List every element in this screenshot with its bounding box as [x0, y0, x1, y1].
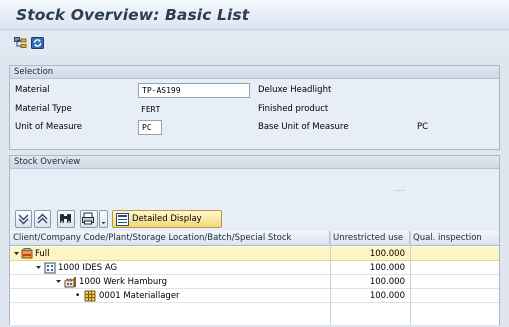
- chevron-down-icon: [101, 222, 106, 224]
- find-button[interactable]: [57, 210, 75, 228]
- base-uom-value: PC: [417, 122, 429, 132]
- detailed-display-button[interactable]: Detailed Display: [112, 210, 222, 228]
- title-bar: Stock Overview: Basic List: [0, 0, 509, 30]
- row-label: 1000 Werk Hamburg: [79, 277, 167, 287]
- grid-header: Client/Company Code/Plant/Storage Locati…: [10, 231, 499, 246]
- collapse-toggle-icon[interactable]: [35, 261, 42, 275]
- row-label: Full: [35, 249, 50, 259]
- print-button[interactable]: [80, 210, 98, 228]
- selection-panel: Selection Material TP-AS199 Deluxe Headl…: [9, 65, 500, 150]
- material-type-value: FERT: [141, 105, 161, 114]
- print-dropdown-button[interactable]: [99, 210, 108, 228]
- company-code-icon: [44, 262, 56, 276]
- row-label: 0001 Materiallager: [99, 291, 180, 301]
- column-header-hierarchy[interactable]: Client/Company Code/Plant/Storage Locati…: [10, 231, 330, 246]
- storage-location-icon: [84, 290, 96, 304]
- unrestricted-value: 100.000: [369, 263, 405, 273]
- selection-header: Selection: [10, 66, 499, 79]
- material-description: Deluxe Headlight: [258, 85, 332, 95]
- row-label: 1000 IDES AG: [58, 263, 118, 273]
- table-row[interactable]: 1000 Werk Hamburg 100.000: [10, 275, 499, 289]
- material-type-label: Material Type: [15, 104, 72, 114]
- refresh-icon[interactable]: [31, 37, 44, 49]
- full-icon: [21, 248, 33, 262]
- stock-grid: Client/Company Code/Plant/Storage Locati…: [10, 231, 499, 325]
- detailed-display-icon: [116, 213, 129, 226]
- detailed-display-label: Detailed Display: [132, 214, 202, 224]
- table-row[interactable]: • 0001 Materiallager 100.000: [10, 289, 499, 303]
- page-title: Stock Overview: Basic List: [16, 6, 250, 24]
- material-label: Material: [15, 85, 50, 95]
- uom-field[interactable]: PC: [138, 120, 162, 135]
- table-row[interactable]: 1000 IDES AG 100.000: [10, 261, 499, 275]
- collapse-all-button[interactable]: [34, 210, 51, 228]
- stock-overview-panel: Stock Overview ..... Detailed Display Cl…: [9, 155, 500, 325]
- binoculars-icon: [60, 214, 71, 224]
- splitter-dots[interactable]: .....: [394, 182, 405, 197]
- print-icon: [82, 212, 94, 225]
- base-uom-label: Base Unit of Measure: [258, 122, 349, 132]
- expand-all-button[interactable]: [15, 210, 32, 228]
- unrestricted-value: 100.000: [369, 277, 405, 287]
- collapse-all-icon: [37, 213, 48, 224]
- leaf-bullet-icon: •: [75, 291, 81, 301]
- column-divider: [410, 231, 411, 325]
- column-divider: [330, 231, 331, 325]
- hierarchy-icon[interactable]: [14, 37, 27, 49]
- material-field[interactable]: TP-AS199: [138, 83, 250, 98]
- collapse-toggle-icon[interactable]: [55, 275, 62, 289]
- plant-icon: [64, 276, 77, 290]
- table-row[interactable]: Full 100.000: [10, 247, 499, 261]
- expand-all-icon: [18, 214, 29, 225]
- column-header-unrestricted[interactable]: Unrestricted use: [330, 231, 410, 246]
- uom-label: Unit of Measure: [15, 122, 83, 132]
- unrestricted-value: 100.000: [369, 291, 405, 301]
- stock-overview-header: Stock Overview: [10, 156, 499, 169]
- column-header-qual-inspection[interactable]: Qual. inspection: [410, 231, 499, 246]
- unrestricted-value: 100.000: [369, 249, 405, 259]
- collapse-toggle-icon[interactable]: [13, 247, 20, 261]
- application-toolbar: [0, 31, 509, 55]
- material-type-description: Finished product: [258, 104, 329, 114]
